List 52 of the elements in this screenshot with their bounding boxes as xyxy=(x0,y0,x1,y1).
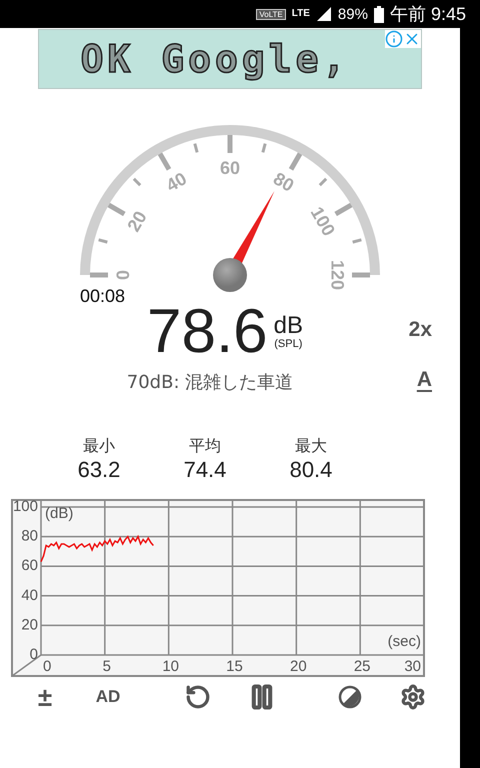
y-axis-label: 100 xyxy=(12,499,38,515)
speed-button[interactable]: 2x xyxy=(408,318,432,342)
x-axis-label: 25 xyxy=(354,658,370,675)
info-icon[interactable] xyxy=(385,30,403,48)
volte-indicator: VoLTE xyxy=(256,8,286,20)
x-axis-label: 5 xyxy=(102,658,111,675)
gauge-label: 100 xyxy=(306,203,340,240)
y-axis-label: 60 xyxy=(21,557,38,574)
x-axis-label: 0 xyxy=(43,658,52,675)
y-axis-title: (dB) xyxy=(45,505,74,522)
battery-percent: 89% xyxy=(338,6,368,22)
stat-label: 平均 xyxy=(189,436,221,457)
gauge-label: 40 xyxy=(162,168,190,196)
network-type: LTE xyxy=(292,9,310,19)
gauge-label: 60 xyxy=(220,158,240,178)
x-axis-label: 30 xyxy=(404,658,421,675)
battery-icon xyxy=(374,6,384,22)
elapsed-time: 00:08 xyxy=(80,286,126,307)
settings-icon xyxy=(400,684,426,710)
y-axis-label: 80 xyxy=(21,528,38,545)
x-axis-label: 15 xyxy=(226,658,243,675)
decibel-reading: 78.6 xyxy=(146,301,268,363)
stat-value: 80.4 xyxy=(290,457,332,483)
x-axis-label: 20 xyxy=(290,658,307,675)
gauge-label: 0 xyxy=(112,270,133,280)
gauge-label: 120 xyxy=(327,260,348,290)
ad-button[interactable]: AD xyxy=(96,687,120,707)
y-axis-label: 0 xyxy=(30,646,38,663)
x-axis-title: (sec) xyxy=(388,633,421,650)
y-axis-label: 20 xyxy=(21,616,38,634)
ad-text: OK Google, xyxy=(80,37,350,81)
reset-icon xyxy=(185,684,211,710)
y-axis-label: 40 xyxy=(21,586,38,604)
weighting-label: (SPL) xyxy=(274,338,302,350)
theme-button[interactable] xyxy=(338,685,362,709)
stat-label: 最大 xyxy=(295,436,327,457)
stat-label: 最小 xyxy=(83,436,115,457)
stat-value: 74.4 xyxy=(184,457,226,483)
settings-button[interactable] xyxy=(400,684,426,710)
reset-button[interactable] xyxy=(185,684,211,710)
stat-value: 63.2 xyxy=(78,457,120,483)
needle-hub xyxy=(213,258,247,292)
weighting-button[interactable]: A xyxy=(416,368,432,392)
gauge-label: 80 xyxy=(270,168,298,196)
signal-icon xyxy=(316,6,332,22)
x-axis-label: 10 xyxy=(162,658,179,675)
level-description: 70dB: 混雑した車道 xyxy=(126,371,294,394)
plus-minus-button[interactable]: ± xyxy=(38,682,52,712)
gauge-label: 20 xyxy=(123,208,151,236)
contrast-icon xyxy=(338,685,362,709)
clock: 午前 9:45 xyxy=(390,3,466,26)
unit-label: dB xyxy=(274,314,304,338)
